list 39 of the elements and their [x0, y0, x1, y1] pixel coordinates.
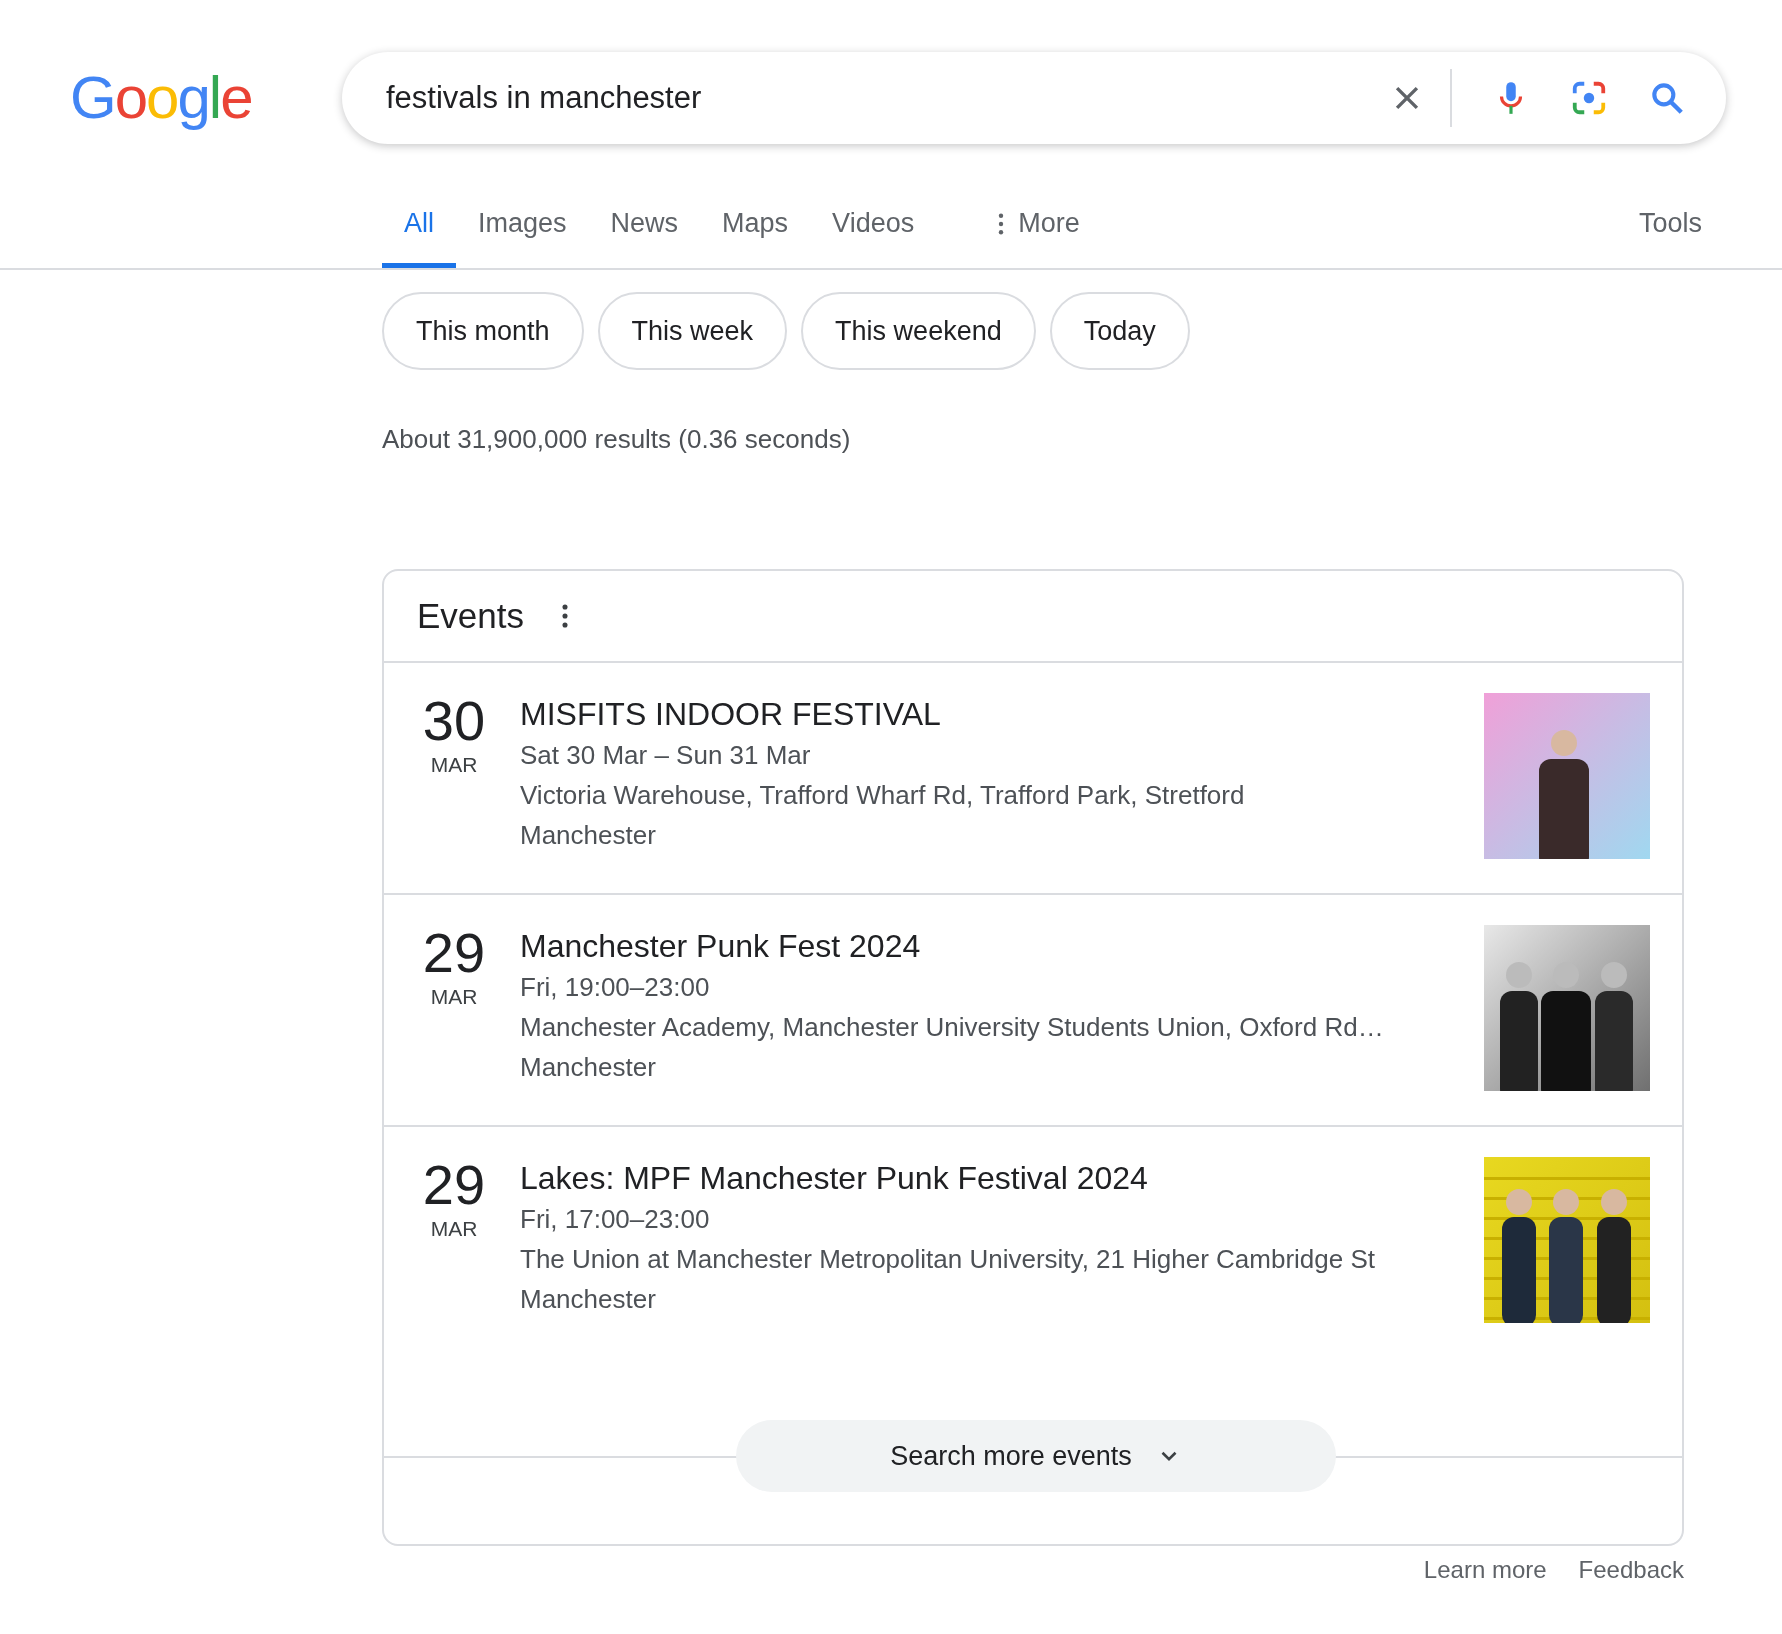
footer-link[interactable]: Feedback: [1578, 1556, 1684, 1584]
tab[interactable]: More: [976, 208, 1102, 268]
event-month: MAR: [430, 753, 478, 777]
event-title[interactable]: Manchester Punk Fest 2024: [520, 925, 1474, 967]
tab[interactable]: Images: [456, 208, 589, 268]
more-options-icon[interactable]: [562, 603, 568, 629]
logo[interactable]: Google: [70, 68, 342, 128]
event-day: 29: [422, 925, 486, 981]
filter-chip[interactable]: Today: [1049, 292, 1190, 370]
event-venue: Victoria Warehouse, Trafford Wharf Rd, Trafford Park, Stretford: [520, 779, 1246, 812]
event-time: Fri, 17:00–23:00: [520, 1203, 711, 1236]
event-title[interactable]: MISFITS INDOOR FESTIVAL: [520, 693, 1474, 735]
event-city: Manchester: [520, 1051, 657, 1084]
filter-chip[interactable]: This month: [382, 292, 584, 370]
event-city: Manchester: [520, 1283, 657, 1316]
event-day: 29: [422, 1157, 486, 1213]
tools-tab[interactable]: Tools: [1616, 208, 1702, 268]
tab[interactable]: All: [382, 208, 456, 268]
camera-icon[interactable]: [1570, 79, 1608, 117]
event-city: Manchester: [520, 819, 657, 852]
event-time: Fri, 19:00–23:00: [520, 971, 711, 1004]
event-month: MAR: [430, 1217, 478, 1241]
event-day: 30: [422, 693, 486, 749]
tab[interactable]: Videos: [810, 208, 937, 268]
filter-chip[interactable]: This weekend: [801, 292, 1036, 370]
event-title[interactable]: Lakes: MPF Manchester Punk Festival 2024: [520, 1157, 1474, 1199]
event-month: MAR: [430, 985, 478, 1009]
event-venue: The Union at Manchester Metropolitan University, 21 Higher Cambridge St: [520, 1243, 1377, 1276]
tab[interactable]: News: [588, 208, 701, 268]
more-icon: [998, 212, 1005, 235]
filter-chip[interactable]: This week: [597, 292, 788, 370]
tab[interactable]: Maps: [700, 208, 811, 268]
event-venue: Manchester Academy, Manchester University Students Union, Oxford Rd…: [520, 1011, 1385, 1044]
search-more-events-button[interactable]: Search more events: [736, 1420, 1336, 1492]
events-title: Events: [417, 596, 524, 636]
search-field[interactable]: festivals in manchester: [384, 79, 1390, 117]
result-stats: About 31,900,000 results (0.36 seconds): [382, 424, 852, 455]
footer-link[interactable]: Learn more: [1423, 1556, 1547, 1584]
event-time: Sat 30 Mar – Sun 31 Mar: [520, 739, 812, 772]
